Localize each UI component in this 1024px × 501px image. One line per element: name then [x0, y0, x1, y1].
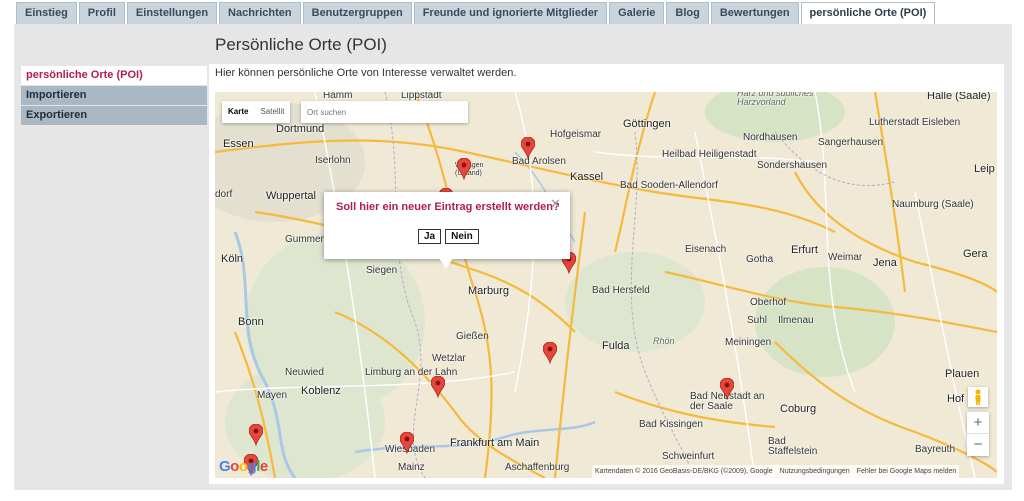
map-attribution: Kartendaten © 2016 GeoBasis-DE/BKG (©200… [592, 465, 960, 478]
map-marker[interactable] [543, 342, 557, 364]
tab-4[interactable]: Nachrichten [219, 2, 301, 24]
map-marker[interactable] [521, 137, 535, 159]
page-title: Persönliche Orte (POI) [215, 35, 387, 54]
map-marker[interactable] [720, 378, 734, 400]
place-label: Fulda [602, 340, 630, 352]
place-label: Coburg [780, 403, 817, 415]
place-label: Erfurt [791, 244, 818, 256]
tab-8[interactable]: Blog [666, 2, 709, 24]
map-marker[interactable] [457, 158, 471, 180]
place-label: Nordhausen [743, 132, 798, 143]
place-label: Köln [221, 253, 244, 265]
place-label: Bad Staffelstein [768, 436, 818, 457]
place-label: Hof [947, 393, 965, 405]
place-label: Naumburg (Saale) [892, 199, 974, 210]
place-label: Aschaffenburg [505, 462, 570, 473]
place-label: Heilbad Heiligenstadt [662, 149, 757, 160]
tab-5[interactable]: Benutzergruppen [302, 2, 412, 24]
tab-bar: Einstieg Profil Einstellungen Nachrichten Be… [16, 2, 936, 24]
place-label: Marburg [468, 285, 509, 297]
map-type-control: Karte Satellit [222, 101, 291, 123]
place-label: Rhön [653, 336, 675, 346]
sidebar-item-poi[interactable]: persönliche Orte (POI) [21, 66, 207, 85]
intro-text: Hier können persönliche Orte von Interes… [215, 67, 517, 79]
tab-3[interactable]: Einstellungen [126, 2, 218, 24]
popup-question: Soll hier ein neuer Eintrag erstellt wer… [336, 201, 560, 213]
place-label: Lutherstadt Eisleben [869, 117, 961, 128]
content-panel: Hier können persönliche Orte von Interes… [209, 64, 1004, 484]
popup-pointer [439, 258, 453, 269]
sidebar-item-import[interactable]: Importieren [21, 86, 207, 105]
confirm-yes-button[interactable]: Ja [418, 229, 442, 244]
place-label: Siegen [366, 265, 398, 276]
place-label: Weimar [828, 252, 863, 263]
place-label: Ilmenau [778, 315, 814, 326]
close-icon[interactable]: ✕ [550, 196, 561, 212]
place-label: Schweinfurt [662, 451, 715, 462]
place-label: Bad Sooden-Allendorf [620, 180, 718, 191]
place-label: Bad Hersfeld [592, 285, 650, 296]
place-label: Suhl [747, 315, 768, 326]
map-marker[interactable] [431, 376, 445, 398]
place-label: Dortmund [276, 123, 325, 135]
place-label: Wuppertal [266, 190, 316, 202]
sidebar-item-export[interactable]: Exportieren [21, 106, 207, 125]
zoom-control: + − [967, 412, 989, 456]
place-label: Eisenach [685, 244, 727, 255]
place-label: Sondershausen [757, 160, 828, 171]
place-label: Iserlohn [315, 155, 351, 166]
place-label: Lippstadt [401, 92, 442, 101]
main-frame: Persönliche Orte (POI) persönliche Orte … [14, 24, 1012, 490]
confirm-no-button[interactable]: Nein [445, 229, 479, 244]
place-label: Neuwied [285, 367, 324, 378]
place-label: Hamm [323, 92, 353, 101]
map-marker[interactable] [400, 432, 414, 454]
sidebar: persönliche Orte (POI) Importieren Expor… [21, 66, 207, 126]
place-label: Oberhof [750, 297, 787, 308]
place-label: Leip [974, 163, 995, 175]
map-type-satellite-button[interactable]: Satellit [254, 101, 290, 123]
place-label: dorf [215, 189, 233, 200]
place-label: Hofgeismar [550, 129, 602, 140]
place-label: Wetzlar [432, 353, 466, 364]
report-error-link[interactable]: Fehler bei Google Maps melden [857, 465, 957, 478]
place-label: Gießen [456, 331, 489, 342]
map-search-input[interactable] [301, 101, 468, 123]
street-view-pegman-icon[interactable] [968, 387, 988, 407]
place-label: Göttingen [623, 118, 671, 130]
place-label: Gotha [746, 254, 774, 265]
map[interactable]: Hamm Lippstadt Dortmund Essen Wuppertal … [215, 92, 997, 478]
map-marker[interactable] [249, 424, 263, 446]
google-logo[interactable]: Google [219, 458, 268, 475]
place-label: Frankfurt am Main [450, 437, 540, 449]
place-label: Koblenz [301, 385, 341, 397]
place-label: Jena [873, 257, 897, 269]
tab-9[interactable]: Bewertungen [710, 2, 799, 24]
zoom-in-button[interactable]: + [967, 412, 989, 434]
place-label: Bonn [238, 316, 264, 328]
place-label: Halle (Saale) [927, 92, 991, 102]
zoom-out-button[interactable]: − [967, 434, 989, 456]
map-type-map-button[interactable]: Karte [222, 101, 254, 123]
map-data-copyright: Kartendaten © 2016 GeoBasis-DE/BKG (©200… [595, 468, 773, 475]
place-label: Sangerhausen [818, 137, 884, 148]
place-label: Kassel [570, 171, 604, 183]
tab-7[interactable]: Galerie [609, 2, 665, 24]
place-label: Gera [963, 248, 988, 260]
terms-link[interactable]: Nutzungsbedingungen [780, 465, 850, 478]
place-label: Harz und südliches Harzvorland [737, 92, 814, 107]
place-label: Essen [223, 138, 254, 150]
place-label: Meiningen [725, 337, 772, 348]
place-label: Bad Kissingen [639, 419, 703, 430]
place-label: Plauen [945, 368, 980, 380]
tab-1[interactable]: Einstieg [16, 2, 77, 24]
place-label: Mainz [398, 462, 425, 473]
place-label: Bayreuth [915, 444, 956, 455]
tab-10[interactable]: persönliche Orte (POI) [800, 2, 936, 24]
tab-2[interactable]: Profil [78, 2, 125, 24]
place-label: Mayen [257, 390, 288, 401]
create-entry-popup: Soll hier ein neuer Eintrag erstellt wer… [324, 192, 570, 259]
place-label: Gummer [285, 234, 324, 245]
tab-6[interactable]: Freunde und ignorierte Mitglieder [413, 2, 608, 24]
